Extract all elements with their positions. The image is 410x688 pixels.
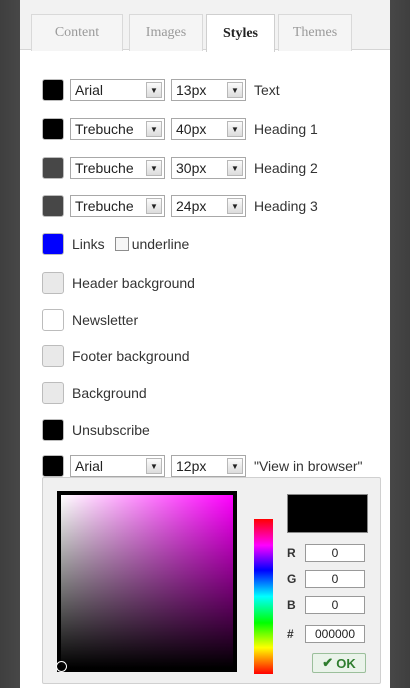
newsletter-color-swatch[interactable] bbox=[42, 309, 64, 331]
heading-1-font-select[interactable]: Trebuche ▼ bbox=[70, 118, 165, 140]
heading-2-label: Heading 2 bbox=[254, 160, 318, 176]
red-label: R bbox=[287, 546, 296, 560]
view-in-browser-font-select[interactable]: Arial ▼ bbox=[70, 455, 165, 477]
color-picker: R 0 G 0 B 0 # 000000 ✔ OK bbox=[42, 477, 381, 684]
heading-1-font-value: Trebuche bbox=[75, 121, 134, 137]
heading-3-size-value: 24px bbox=[176, 198, 207, 214]
chevron-down-icon: ▼ bbox=[146, 160, 162, 176]
heading-2-color-swatch[interactable] bbox=[42, 157, 64, 179]
heading-1-label: Heading 1 bbox=[254, 121, 318, 137]
text-font-select[interactable]: Arial ▼ bbox=[70, 79, 165, 101]
style-row-heading-2: Trebuche ▼ 30px ▼ Heading 2 bbox=[42, 157, 318, 179]
style-row-links: Links underline bbox=[42, 233, 189, 255]
saturation-value-frame bbox=[56, 491, 237, 672]
red-row: R 0 bbox=[287, 544, 365, 562]
style-row-view-in-browser: Arial ▼ 12px ▼ "View in browser" bbox=[42, 455, 363, 477]
green-row: G 0 bbox=[287, 570, 365, 588]
chevron-down-icon: ▼ bbox=[227, 82, 243, 98]
heading-1-size-select[interactable]: 40px ▼ bbox=[171, 118, 246, 140]
text-size-select[interactable]: 13px ▼ bbox=[171, 79, 246, 101]
links-label: Links bbox=[72, 236, 105, 252]
heading-3-size-select[interactable]: 24px ▼ bbox=[171, 195, 246, 217]
view-in-browser-font-value: Arial bbox=[75, 458, 104, 474]
chevron-down-icon: ▼ bbox=[227, 160, 243, 176]
chevron-down-icon: ▼ bbox=[227, 458, 243, 474]
background-color-swatch[interactable] bbox=[42, 382, 64, 404]
background-label: Background bbox=[72, 385, 147, 401]
chevron-down-icon: ▼ bbox=[227, 198, 243, 214]
style-row-unsubscribe: Unsubscribe bbox=[42, 419, 150, 441]
tab-styles[interactable]: Styles bbox=[206, 14, 275, 52]
red-input[interactable]: 0 bbox=[305, 544, 365, 562]
heading-2-size-value: 30px bbox=[176, 160, 207, 176]
text-font-value: Arial bbox=[75, 82, 104, 98]
view-in-browser-color-swatch[interactable] bbox=[42, 455, 64, 477]
text-size-value: 13px bbox=[176, 82, 207, 98]
blue-label: B bbox=[287, 598, 296, 612]
view-in-browser-size-value: 12px bbox=[176, 458, 207, 474]
text-color-swatch[interactable] bbox=[42, 79, 64, 101]
chevron-down-icon: ▼ bbox=[146, 121, 162, 137]
hex-input[interactable]: 000000 bbox=[305, 625, 365, 643]
style-row-newsletter: Newsletter bbox=[42, 309, 138, 331]
underline-checkbox[interactable] bbox=[114, 237, 129, 251]
view-in-browser-label: "View in browser" bbox=[254, 458, 363, 474]
header-background-color-swatch[interactable] bbox=[42, 272, 64, 294]
current-color-preview bbox=[287, 494, 368, 533]
heading-2-size-select[interactable]: 30px ▼ bbox=[171, 157, 246, 179]
tab-content[interactable]: Content bbox=[31, 14, 123, 51]
newsletter-label: Newsletter bbox=[72, 312, 139, 328]
footer-background-label: Footer background bbox=[72, 348, 190, 364]
style-row-heading-3: Trebuche ▼ 24px ▼ Heading 3 bbox=[42, 195, 318, 217]
green-label: G bbox=[287, 572, 297, 586]
tab-images[interactable]: Images bbox=[129, 14, 203, 51]
chevron-down-icon: ▼ bbox=[146, 198, 162, 214]
check-icon: ✔ bbox=[322, 655, 334, 670]
footer-background-color-swatch[interactable] bbox=[42, 345, 64, 367]
ok-label: OK bbox=[336, 655, 356, 671]
heading-3-font-select[interactable]: Trebuche ▼ bbox=[70, 195, 165, 217]
heading-2-font-select[interactable]: Trebuche ▼ bbox=[70, 157, 165, 179]
unsubscribe-label: Unsubscribe bbox=[72, 422, 150, 438]
heading-3-label: Heading 3 bbox=[254, 198, 318, 214]
text-label: Text bbox=[254, 82, 280, 98]
hex-row: # 000000 bbox=[287, 625, 365, 643]
saturation-value-cursor[interactable] bbox=[56, 661, 67, 672]
style-row-background: Background bbox=[42, 382, 147, 404]
hex-label: # bbox=[287, 627, 294, 641]
blue-input[interactable]: 0 bbox=[305, 596, 365, 614]
header-background-label: Header background bbox=[72, 275, 195, 291]
style-row-footer-background: Footer background bbox=[42, 345, 190, 367]
chevron-down-icon: ▼ bbox=[227, 121, 243, 137]
heading-3-color-swatch[interactable] bbox=[42, 195, 64, 217]
heading-1-color-swatch[interactable] bbox=[42, 118, 64, 140]
saturation-value-area[interactable] bbox=[56, 495, 233, 672]
view-in-browser-size-select[interactable]: 12px ▼ bbox=[171, 455, 246, 477]
ok-button[interactable]: ✔ OK bbox=[312, 653, 366, 673]
green-input[interactable]: 0 bbox=[305, 570, 365, 588]
hue-slider[interactable] bbox=[254, 519, 273, 674]
style-row-text: Arial ▼ 13px ▼ Text bbox=[42, 79, 280, 101]
chevron-down-icon: ▼ bbox=[146, 458, 162, 474]
heading-3-font-value: Trebuche bbox=[75, 198, 134, 214]
unsubscribe-color-swatch[interactable] bbox=[42, 419, 64, 441]
tab-themes[interactable]: Themes bbox=[278, 14, 352, 51]
blue-row: B 0 bbox=[287, 596, 365, 614]
links-color-swatch[interactable] bbox=[42, 233, 64, 255]
chevron-down-icon: ▼ bbox=[146, 82, 162, 98]
heading-2-font-value: Trebuche bbox=[75, 160, 134, 176]
style-row-heading-1: Trebuche ▼ 40px ▼ Heading 1 bbox=[42, 118, 318, 140]
underline-label: underline bbox=[131, 236, 190, 252]
style-row-header-background: Header background bbox=[42, 272, 195, 294]
tab-bar: Content Images Styles Themes bbox=[20, 0, 390, 52]
heading-1-size-value: 40px bbox=[176, 121, 207, 137]
